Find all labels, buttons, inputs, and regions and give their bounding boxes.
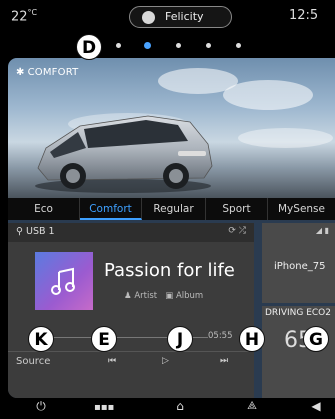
callout-g: G (303, 326, 329, 352)
tab-mysense[interactable]: MySense (268, 198, 335, 220)
outside-temperature: 22°C (11, 8, 37, 24)
page-dot[interactable] (116, 43, 121, 48)
track-title: Passion for life (104, 260, 235, 281)
driving-eco-title: DRIVING ECO2 (265, 308, 331, 318)
apps-grid-icon[interactable]: ▪▪▪ (94, 402, 114, 413)
page-dot[interactable] (206, 43, 211, 48)
power-icon[interactable]: ⏻ (31, 399, 51, 414)
volume-icon[interactable]: ◀ (306, 399, 326, 413)
media-source-title: ⚲ USB 1 (16, 226, 55, 237)
media-controls: Source ⏮ ▷ ⏭ (8, 351, 254, 373)
callout-j: J (167, 326, 193, 352)
previous-icon[interactable]: ⏮ (108, 356, 116, 366)
repeat-shuffle-icons[interactable]: ⟳ ⤮ (228, 226, 246, 236)
track-meta: ♟ Artist ▣ Album (124, 291, 203, 301)
driving-mode-tabs: Eco Comfort Regular Sport MySense (8, 198, 335, 220)
artist-icon: ♟ (124, 291, 132, 301)
callout-h: H (239, 326, 265, 352)
navigation-icon[interactable]: ⟁ (242, 399, 262, 413)
profile-selector[interactable]: Felicity (129, 6, 232, 28)
bottom-nav: ⏻ ▪▪▪ ⌂ ⟁ ◀ (0, 398, 335, 419)
callout-e: E (91, 326, 117, 352)
clock: 12:5 (289, 8, 319, 23)
car-image (35, 115, 213, 193)
tab-regular[interactable]: Regular (142, 198, 206, 220)
usb-label: USB 1 (26, 226, 55, 237)
hero-title-label: COMFORT (27, 67, 79, 78)
media-widget[interactable]: ⚲ USB 1 ⟳ ⤮ Passion for life ♟ Artist ▣ … (8, 223, 254, 398)
hero-title: ✱ COMFORT (16, 67, 78, 78)
page-dot[interactable] (236, 43, 241, 48)
artist-label: Artist (134, 291, 158, 301)
page-dot[interactable] (176, 43, 181, 48)
status-bar: 22°C Felicity 12:5 (0, 0, 335, 36)
temperature-value: 22 (11, 9, 28, 25)
avatar (142, 11, 155, 24)
tab-sport[interactable]: Sport (206, 198, 268, 220)
usb-icon: ⚲ (16, 226, 23, 237)
driving-mode-widget[interactable]: ✱ COMFORT (8, 58, 335, 198)
phone-widget[interactable]: ◢ ▮ iPhone_75 (262, 223, 335, 303)
temperature-unit: °C (27, 8, 38, 17)
phone-name: iPhone_75 (274, 261, 326, 272)
signal-battery-icon: ◢ ▮ (315, 226, 329, 235)
page-indicator[interactable]: ↻ ▮ (0, 40, 335, 92)
source-button[interactable]: Source (16, 356, 50, 367)
music-note-icon (51, 267, 75, 295)
profile-name: Felicity (165, 10, 204, 23)
album-art (35, 252, 93, 310)
play-icon[interactable]: ▷ (162, 356, 169, 366)
tab-comfort[interactable]: Comfort (80, 198, 142, 220)
page-dot-active[interactable] (144, 42, 151, 49)
album-label: Album (175, 291, 204, 301)
album-icon: ▣ (165, 291, 174, 301)
callout-k: K (28, 326, 54, 352)
driving-eco-widget[interactable]: DRIVING ECO2 65 (262, 306, 335, 398)
seat-comfort-icon: ✱ (16, 67, 25, 78)
callout-d: D (76, 34, 102, 60)
next-icon[interactable]: ⏭ (220, 356, 228, 366)
tab-eco[interactable]: Eco (8, 198, 80, 220)
elapsed-time: 05:55 (208, 331, 233, 341)
home-icon[interactable]: ⌂ (170, 399, 190, 413)
media-header: ⚲ USB 1 ⟳ ⤮ (8, 223, 254, 242)
